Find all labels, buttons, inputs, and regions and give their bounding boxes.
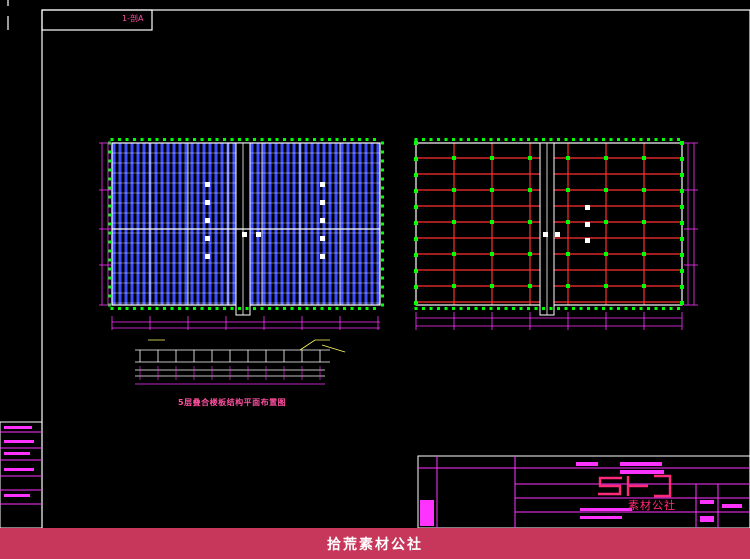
- cad-drawing-canvas: [0, 0, 750, 531]
- drawing-caption: 5层叠合楼板结构平面布置图: [178, 398, 287, 407]
- watermark-text: 素材公社: [628, 499, 676, 512]
- slab-plan-right: [414, 138, 698, 330]
- footer-banner-text: 拾荒素材公社: [327, 536, 423, 553]
- left-index-table: [0, 421, 43, 529]
- section-dimension-ticks: [139, 350, 321, 380]
- slab-plan-left: [99, 138, 384, 330]
- section-detail: [135, 339, 346, 385]
- footer-banner: 拾荒素材公社: [0, 528, 750, 559]
- title-block: [417, 455, 750, 529]
- sheet-tag: 1-剖A: [122, 14, 144, 23]
- watermark-logo: [598, 474, 672, 498]
